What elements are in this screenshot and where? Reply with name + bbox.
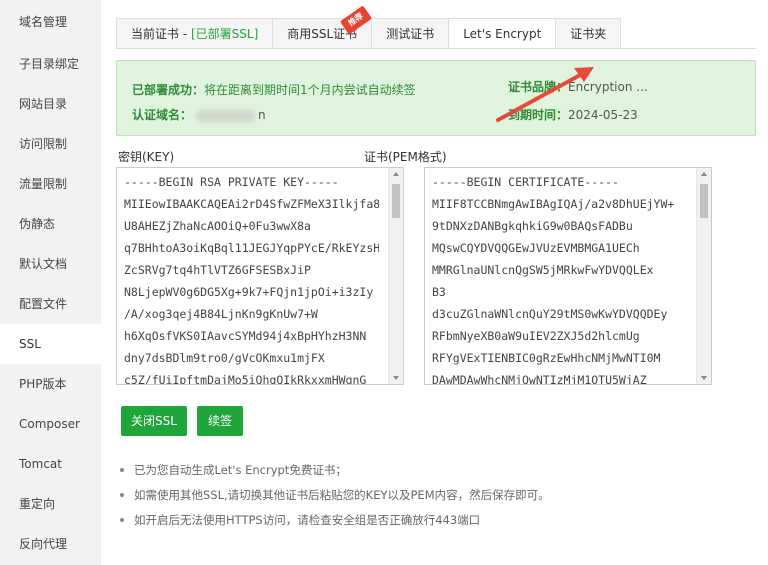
- sidebar-item-proxy[interactable]: 反向代理: [0, 524, 101, 564]
- key-line: dny7dsBDlm9tro0/gVcOKmxu1mjFX: [124, 351, 325, 365]
- tab-test-cert[interactable]: 测试证书: [371, 18, 449, 49]
- tab-current-cert[interactable]: 当前证书 - [已部署SSL]: [116, 18, 273, 49]
- cert-line: RFbmNyeXB0aW9uIEV2ZXJ5d2hlcmUg: [432, 329, 640, 343]
- sidebar-item-domain[interactable]: 域名管理: [0, 0, 101, 44]
- sidebar-item-site-dir[interactable]: 网站目录: [0, 84, 101, 124]
- ssl-panel: 当前证书 - [已部署SSL] 商用SSL证书 测试证书 Let's Encry…: [101, 0, 768, 565]
- key-line: q7BHhtoA3oiKqBql11JEGJYqpPYcE/RkEYzsH: [124, 241, 379, 255]
- sidebar-item-composer[interactable]: Composer: [0, 404, 101, 444]
- sidebar-item-tomcat[interactable]: Tomcat: [0, 444, 101, 484]
- help-notes: 已为您自动生成Let's Encrypt免费证书； 如需使用其他SSL,请切换其…: [120, 462, 550, 537]
- scroll-down-icon[interactable]: [393, 376, 399, 380]
- scroll-thumb[interactable]: [392, 184, 400, 218]
- sidebar-item-subdir[interactable]: 子目录绑定: [0, 44, 101, 84]
- cert-scrollbar[interactable]: [696, 168, 711, 384]
- annotation-arrow-icon: [496, 67, 594, 122]
- key-line: U8AHEZjZhaNcAOOiQ+0Fu3wwX8a: [124, 219, 311, 233]
- scroll-up-icon[interactable]: [393, 172, 399, 176]
- key-line: c5Z/fUiIpftmDajMo5iQhqQIkRkxxmHWqnG: [124, 373, 367, 385]
- scroll-up-icon[interactable]: [701, 172, 707, 176]
- tab-current-label: 当前证书 -: [131, 27, 191, 41]
- tab-letsencrypt[interactable]: Let's Encrypt: [448, 18, 556, 49]
- cert-line: MMRGlnaUNlcnQgSW5jMRkwFwYDVQQLEx: [432, 263, 654, 277]
- note-item: 如开启后无法使用HTTPS访问，请检查安全组是否正确放行443端口: [120, 512, 550, 537]
- sidebar: 域名管理 子目录绑定 网站目录 访问限制 流量限制 伪静态 默认文档 配置文件 …: [0, 0, 101, 565]
- key-line: h6XqOsfVKS0IAavcSYMd94j4xBpHYhzH3NN: [124, 329, 367, 343]
- tab-current-status: [已部署SSL]: [190, 27, 259, 41]
- cert-textarea[interactable]: -----BEGIN CERTIFICATE----- MIIF8TCCBNmg…: [424, 167, 712, 385]
- key-line: ZcSRVg7tq4hTlVTZ6GFSESBxJiP: [124, 263, 311, 277]
- sidebar-item-redirect[interactable]: 重定向: [0, 484, 101, 524]
- cert-line: RFYgVExTIENBIC0gRzEwHhcNMjMwNTI0M: [432, 351, 661, 365]
- key-textarea[interactable]: -----BEGIN RSA PRIVATE KEY----- MIIEowIB…: [116, 167, 404, 385]
- cert-line: MIIF8TCCBNmgAwIBAgIQAj/a2v8DhUEjYW+: [432, 197, 675, 211]
- cert-line: -----BEGIN CERTIFICATE-----: [432, 175, 619, 189]
- cert-line: DAwMDAwWhcNMjQwNTIzMjM1OTU5WjAZ: [432, 373, 647, 385]
- tab-cert-folder[interactable]: 证书夹: [555, 18, 622, 49]
- key-scrollbar[interactable]: [388, 168, 403, 384]
- sidebar-item-access[interactable]: 访问限制: [0, 124, 101, 164]
- note-item: 如需使用其他SSL,请切换其他证书后粘贴您的KEY以及PEM内容，然后保存即可。: [120, 487, 550, 512]
- sidebar-item-config[interactable]: 配置文件: [0, 284, 101, 324]
- deploy-status-text: 将在距离到期时间1个月内尝试自动续签: [204, 83, 416, 97]
- domain-suffix: n: [258, 108, 266, 122]
- sidebar-item-php[interactable]: PHP版本: [0, 364, 101, 404]
- key-line: MIIEowIBAAKCAQEAi2rD4SfwZFMeX3Ilkjfa8: [124, 197, 379, 211]
- deploy-status-label: 已部署成功：: [132, 83, 205, 97]
- scroll-down-icon[interactable]: [701, 376, 707, 380]
- renew-button[interactable]: 续签: [197, 406, 243, 436]
- domain-row: 认证域名： n: [132, 106, 266, 123]
- deploy-status-row: 已部署成功：将在距离到期时间1个月内尝试自动续签: [132, 81, 416, 98]
- key-line: -----BEGIN RSA PRIVATE KEY-----: [124, 175, 339, 189]
- scroll-thumb[interactable]: [700, 184, 708, 218]
- redacted-domain: [196, 109, 257, 122]
- sidebar-item-traffic[interactable]: 流量限制: [0, 164, 101, 204]
- cert-line: 9tDNXzDANBgkqhkiG9w0BAQsFADBu: [432, 219, 633, 233]
- key-line: N8LjepWV0g6DG5Xg+9k7+FQjn1jpOi+i3zIy: [124, 285, 374, 299]
- domain-label: 认证域名：: [132, 108, 193, 122]
- sidebar-item-ssl[interactable]: SSL: [0, 324, 101, 364]
- key-label: 密钥(KEY): [118, 150, 175, 164]
- cert-line: d3cuZGlnaWNlcnQuY29tMS0wKwYDVQQDEy: [432, 307, 668, 321]
- ssl-status-box: 已部署成功：将在距离到期时间1个月内尝试自动续签 认证域名： n 证书品牌：Enc…: [116, 60, 756, 136]
- cert-line: B3: [432, 285, 446, 299]
- cert-line: MQswCQYDVQQGEwJVUzEVMBMGA1UECh: [432, 241, 640, 255]
- sidebar-item-default-doc[interactable]: 默认文档: [0, 244, 101, 284]
- key-line: /A/xog3qej4B84LjnKn9gKnUw7+W: [124, 307, 318, 321]
- cert-label: 证书(PEM格式): [364, 150, 447, 164]
- tab-divider: [116, 48, 756, 49]
- sidebar-item-rewrite[interactable]: 伪静态: [0, 204, 101, 244]
- close-ssl-button[interactable]: 关闭SSL: [121, 406, 187, 436]
- note-item: 已为您自动生成Let's Encrypt免费证书；: [120, 462, 550, 487]
- ssl-tabs: 当前证书 - [已部署SSL] 商用SSL证书 测试证书 Let's Encry…: [116, 18, 622, 49]
